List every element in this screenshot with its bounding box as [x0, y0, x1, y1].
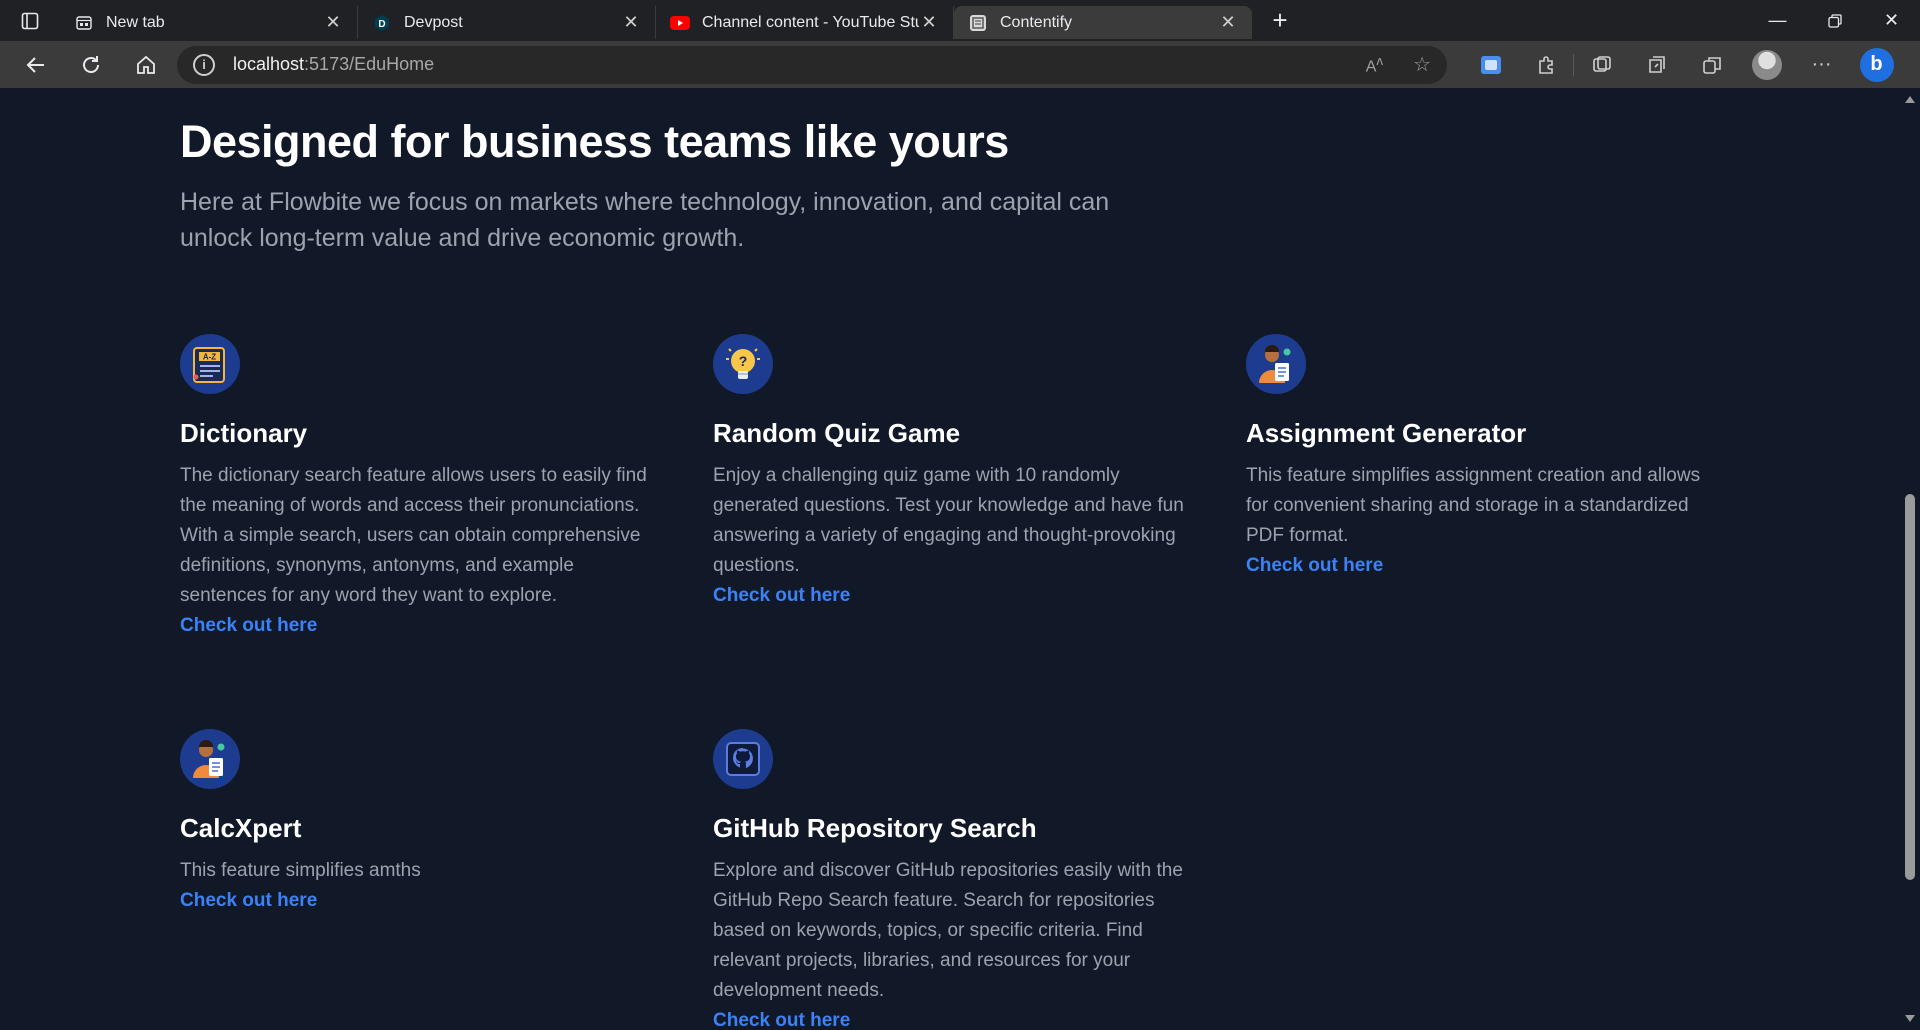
scroll-up-arrow-icon[interactable] — [1905, 96, 1915, 103]
quiz-check-out-link[interactable]: Check out here — [713, 581, 850, 611]
tab-title: Contentify — [1000, 13, 1073, 31]
feature-description: This feature simplifies assignment creat… — [1246, 465, 1701, 546]
github-icon — [713, 729, 773, 789]
close-icon: ✕ — [1883, 10, 1900, 30]
contentify-icon — [968, 13, 988, 33]
feature-title: Assignment Generator — [1246, 418, 1527, 448]
address-bar[interactable]: i localhost:5173/EduHome Aʌ ☆ — [177, 45, 1447, 84]
more-options-icon: ··· — [1811, 53, 1832, 75]
person-document-icon — [180, 729, 240, 789]
copy-icon — [1702, 56, 1721, 74]
feature-description: Explore and discover GitHub repositories… — [713, 860, 1183, 1001]
read-aloud-icon[interactable]: Aʌ — [1366, 53, 1383, 76]
collections-button[interactable] — [1629, 55, 1684, 75]
feature-description: The dictionary search feature allows use… — [180, 465, 647, 606]
puzzle-icon — [1538, 55, 1553, 74]
tab-strip: New tab ✕ D Devpost ✕ Channel content - … — [0, 0, 1920, 41]
feature-title: Dictionary — [180, 418, 308, 448]
avatar — [1751, 49, 1782, 80]
feature-card-calcxpert: CalcXpert This feature simplifies amths … — [180, 729, 660, 916]
tab-title: New tab — [106, 13, 165, 31]
split-screen-icon — [1592, 55, 1611, 72]
browser-essentials-button[interactable] — [1684, 55, 1739, 75]
close-window-button[interactable]: ✕ — [1863, 0, 1920, 41]
close-icon[interactable]: ✕ — [919, 12, 939, 33]
screen-capture-button[interactable] — [1463, 55, 1518, 75]
feature-card-github-repository-search: GitHub Repository Search Explore and dis… — [713, 729, 1193, 1030]
bing-icon: b — [1859, 47, 1894, 82]
extensions-button[interactable] — [1518, 55, 1573, 75]
settings-menu-button[interactable]: ··· — [1794, 53, 1849, 76]
feature-description: Enjoy a challenging quiz game with 10 ra… — [713, 465, 1184, 576]
tab-title: Channel content - YouTube Studio — [702, 13, 919, 31]
new-tab-button[interactable]: + — [1258, 4, 1302, 37]
svg-text:D: D — [378, 19, 385, 30]
copilot-button[interactable]: b — [1849, 47, 1904, 82]
github-check-out-link[interactable]: Check out here — [713, 1006, 850, 1030]
screen-capture-icon — [1480, 55, 1501, 74]
tab-new-tab[interactable]: New tab ✕ — [60, 6, 358, 39]
feature-card-assignment-generator: Assignment Generator This feature simpli… — [1246, 334, 1726, 581]
home-icon — [136, 55, 155, 74]
url-path: :5173/EduHome — [304, 54, 435, 74]
feature-title: Random Quiz Game — [713, 418, 961, 448]
url-host: localhost — [233, 54, 305, 74]
vertical-scrollbar[interactable] — [1900, 88, 1920, 1030]
page-viewport: Designed for business teams like yours H… — [0, 88, 1900, 1030]
lightbulb-question-icon: ? — [713, 334, 773, 394]
youtube-icon — [670, 13, 690, 33]
scroll-down-arrow-icon[interactable] — [1905, 1015, 1915, 1022]
tab-youtube-studio[interactable]: Channel content - YouTube Studio ✕ — [656, 6, 954, 39]
collections-icon — [1648, 55, 1665, 73]
site-info-icon[interactable]: i — [193, 53, 215, 76]
svg-text:?: ? — [739, 353, 748, 369]
close-icon[interactable]: ✕ — [323, 12, 343, 33]
feature-title: CalcXpert — [180, 813, 302, 843]
add-favorite-icon[interactable]: ☆ — [1413, 52, 1431, 77]
page-subtitle: Here at Flowbite we focus on markets whe… — [180, 188, 1110, 252]
home-button[interactable] — [118, 41, 173, 88]
dictionary-book-icon: A-Z — [180, 334, 240, 394]
tab-title: Devpost — [404, 13, 463, 31]
back-button[interactable] — [8, 41, 63, 88]
close-icon[interactable]: ✕ — [621, 12, 641, 33]
restore-button[interactable] — [1806, 0, 1863, 41]
tab-actions-button[interactable] — [0, 0, 60, 41]
minimize-icon: — — [1768, 10, 1787, 30]
person-document-icon — [1246, 334, 1306, 394]
feature-card-random-quiz-game: ? Random Quiz Game Enjoy a challenging q… — [713, 334, 1193, 611]
scrollbar-thumb[interactable] — [1905, 494, 1915, 880]
refresh-icon — [82, 55, 99, 73]
tab-contentify[interactable]: Contentify ✕ — [954, 6, 1252, 39]
feature-description: This feature simplifies amths — [180, 860, 421, 881]
svg-text:A-Z: A-Z — [203, 353, 216, 362]
feature-card-dictionary: A-Z Dictionary The dictionary search fea… — [180, 334, 660, 641]
feature-title: GitHub Repository Search — [713, 813, 1037, 843]
extensions-area: ··· b — [1463, 47, 1904, 82]
browser-toolbar: i localhost:5173/EduHome Aʌ ☆ ··· b — [0, 41, 1920, 88]
minimize-button[interactable]: — — [1749, 0, 1806, 41]
assignment-check-out-link[interactable]: Check out here — [1246, 551, 1383, 581]
plus-icon: + — [1272, 5, 1288, 35]
window-controls: — ✕ — [1749, 0, 1920, 41]
restore-icon — [1827, 13, 1842, 28]
calcxpert-check-out-link[interactable]: Check out here — [180, 886, 317, 916]
newtab-icon — [74, 13, 94, 33]
refresh-button[interactable] — [63, 41, 118, 88]
split-screen-button[interactable] — [1574, 55, 1629, 75]
dictionary-check-out-link[interactable]: Check out here — [180, 611, 317, 641]
devpost-icon: D — [372, 13, 392, 33]
profile-button[interactable] — [1739, 49, 1794, 80]
page-title: Designed for business teams like yours — [180, 116, 1009, 167]
tab-actions-icon — [21, 12, 39, 29]
tab-devpost[interactable]: D Devpost ✕ — [358, 6, 656, 39]
close-icon[interactable]: ✕ — [1218, 12, 1238, 33]
arrow-left-icon — [26, 56, 44, 73]
